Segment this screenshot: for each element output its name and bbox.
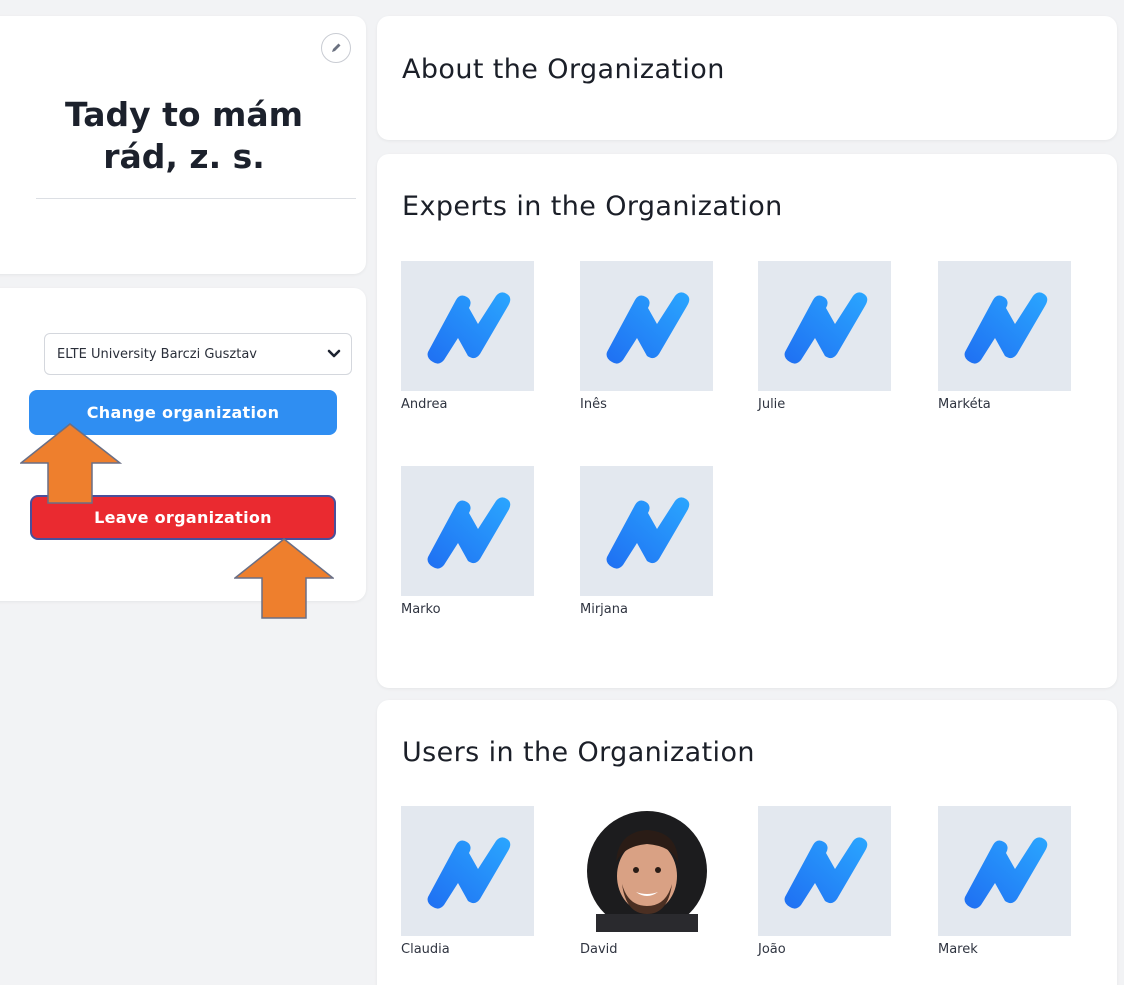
expert-name: Marko [401,602,441,617]
expert-avatar[interactable] [580,466,713,596]
edit-organization-button[interactable] [321,33,351,63]
user-item[interactable]: Marek [938,806,1071,957]
expert-item[interactable]: Mirjana [580,466,713,617]
divider [36,198,356,199]
logo-placeholder-icon [964,837,1047,909]
logo-placeholder-icon [606,292,689,364]
user-avatar[interactable] [938,806,1071,936]
user-avatar-photo[interactable] [580,806,713,936]
expert-avatar[interactable] [580,261,713,391]
user-name: David [580,942,618,957]
users-title: Users in the Organization [402,737,755,768]
logo-placeholder-icon [427,837,510,909]
logo-placeholder-icon [427,292,510,364]
user-name: João [758,942,786,957]
logo-placeholder-icon [427,497,510,569]
organization-name-line1: Tady to mám [64,95,304,134]
expert-name: Julie [758,397,786,412]
logo-placeholder-icon [606,497,689,569]
logo-placeholder-icon [964,292,1047,364]
expert-item[interactable]: Julie [758,261,891,412]
expert-item[interactable]: Marko [401,466,534,617]
organization-name: Tady to mám rád, z. s. [14,94,354,178]
expert-name: Andrea [401,397,448,412]
pencil-icon [332,43,341,52]
user-name: Claudia [401,942,450,957]
user-photo-icon [586,811,707,932]
expert-avatar[interactable] [938,261,1071,391]
user-item[interactable]: Claudia [401,806,534,957]
user-item[interactable]: David [580,806,713,957]
organization-select-value: ELTE University Barczi Gusztav [57,346,257,362]
expert-item[interactable]: Andrea [401,261,534,412]
logo-placeholder-icon [784,292,867,364]
organization-select[interactable]: ELTE University Barczi Gusztav [44,333,352,375]
expert-name: Inês [580,397,607,412]
annotation-arrow-up-icon [20,423,122,504]
expert-name: Mirjana [580,602,628,617]
logo-placeholder-icon [784,837,867,909]
chevron-down-icon [327,349,341,358]
user-avatar[interactable] [401,806,534,936]
about-title: About the Organization [402,54,725,85]
user-name: Marek [938,942,978,957]
expert-avatar[interactable] [401,261,534,391]
expert-avatar[interactable] [401,466,534,596]
annotation-arrow-up-icon [234,538,334,619]
expert-item[interactable]: Markéta [938,261,1071,412]
expert-avatar[interactable] [758,261,891,391]
user-item[interactable]: João [758,806,891,957]
expert-item[interactable]: Inês [580,261,713,412]
experts-title: Experts in the Organization [402,191,783,222]
organization-name-line2: rád, z. s. [103,137,265,176]
expert-name: Markéta [938,397,991,412]
user-avatar[interactable] [758,806,891,936]
